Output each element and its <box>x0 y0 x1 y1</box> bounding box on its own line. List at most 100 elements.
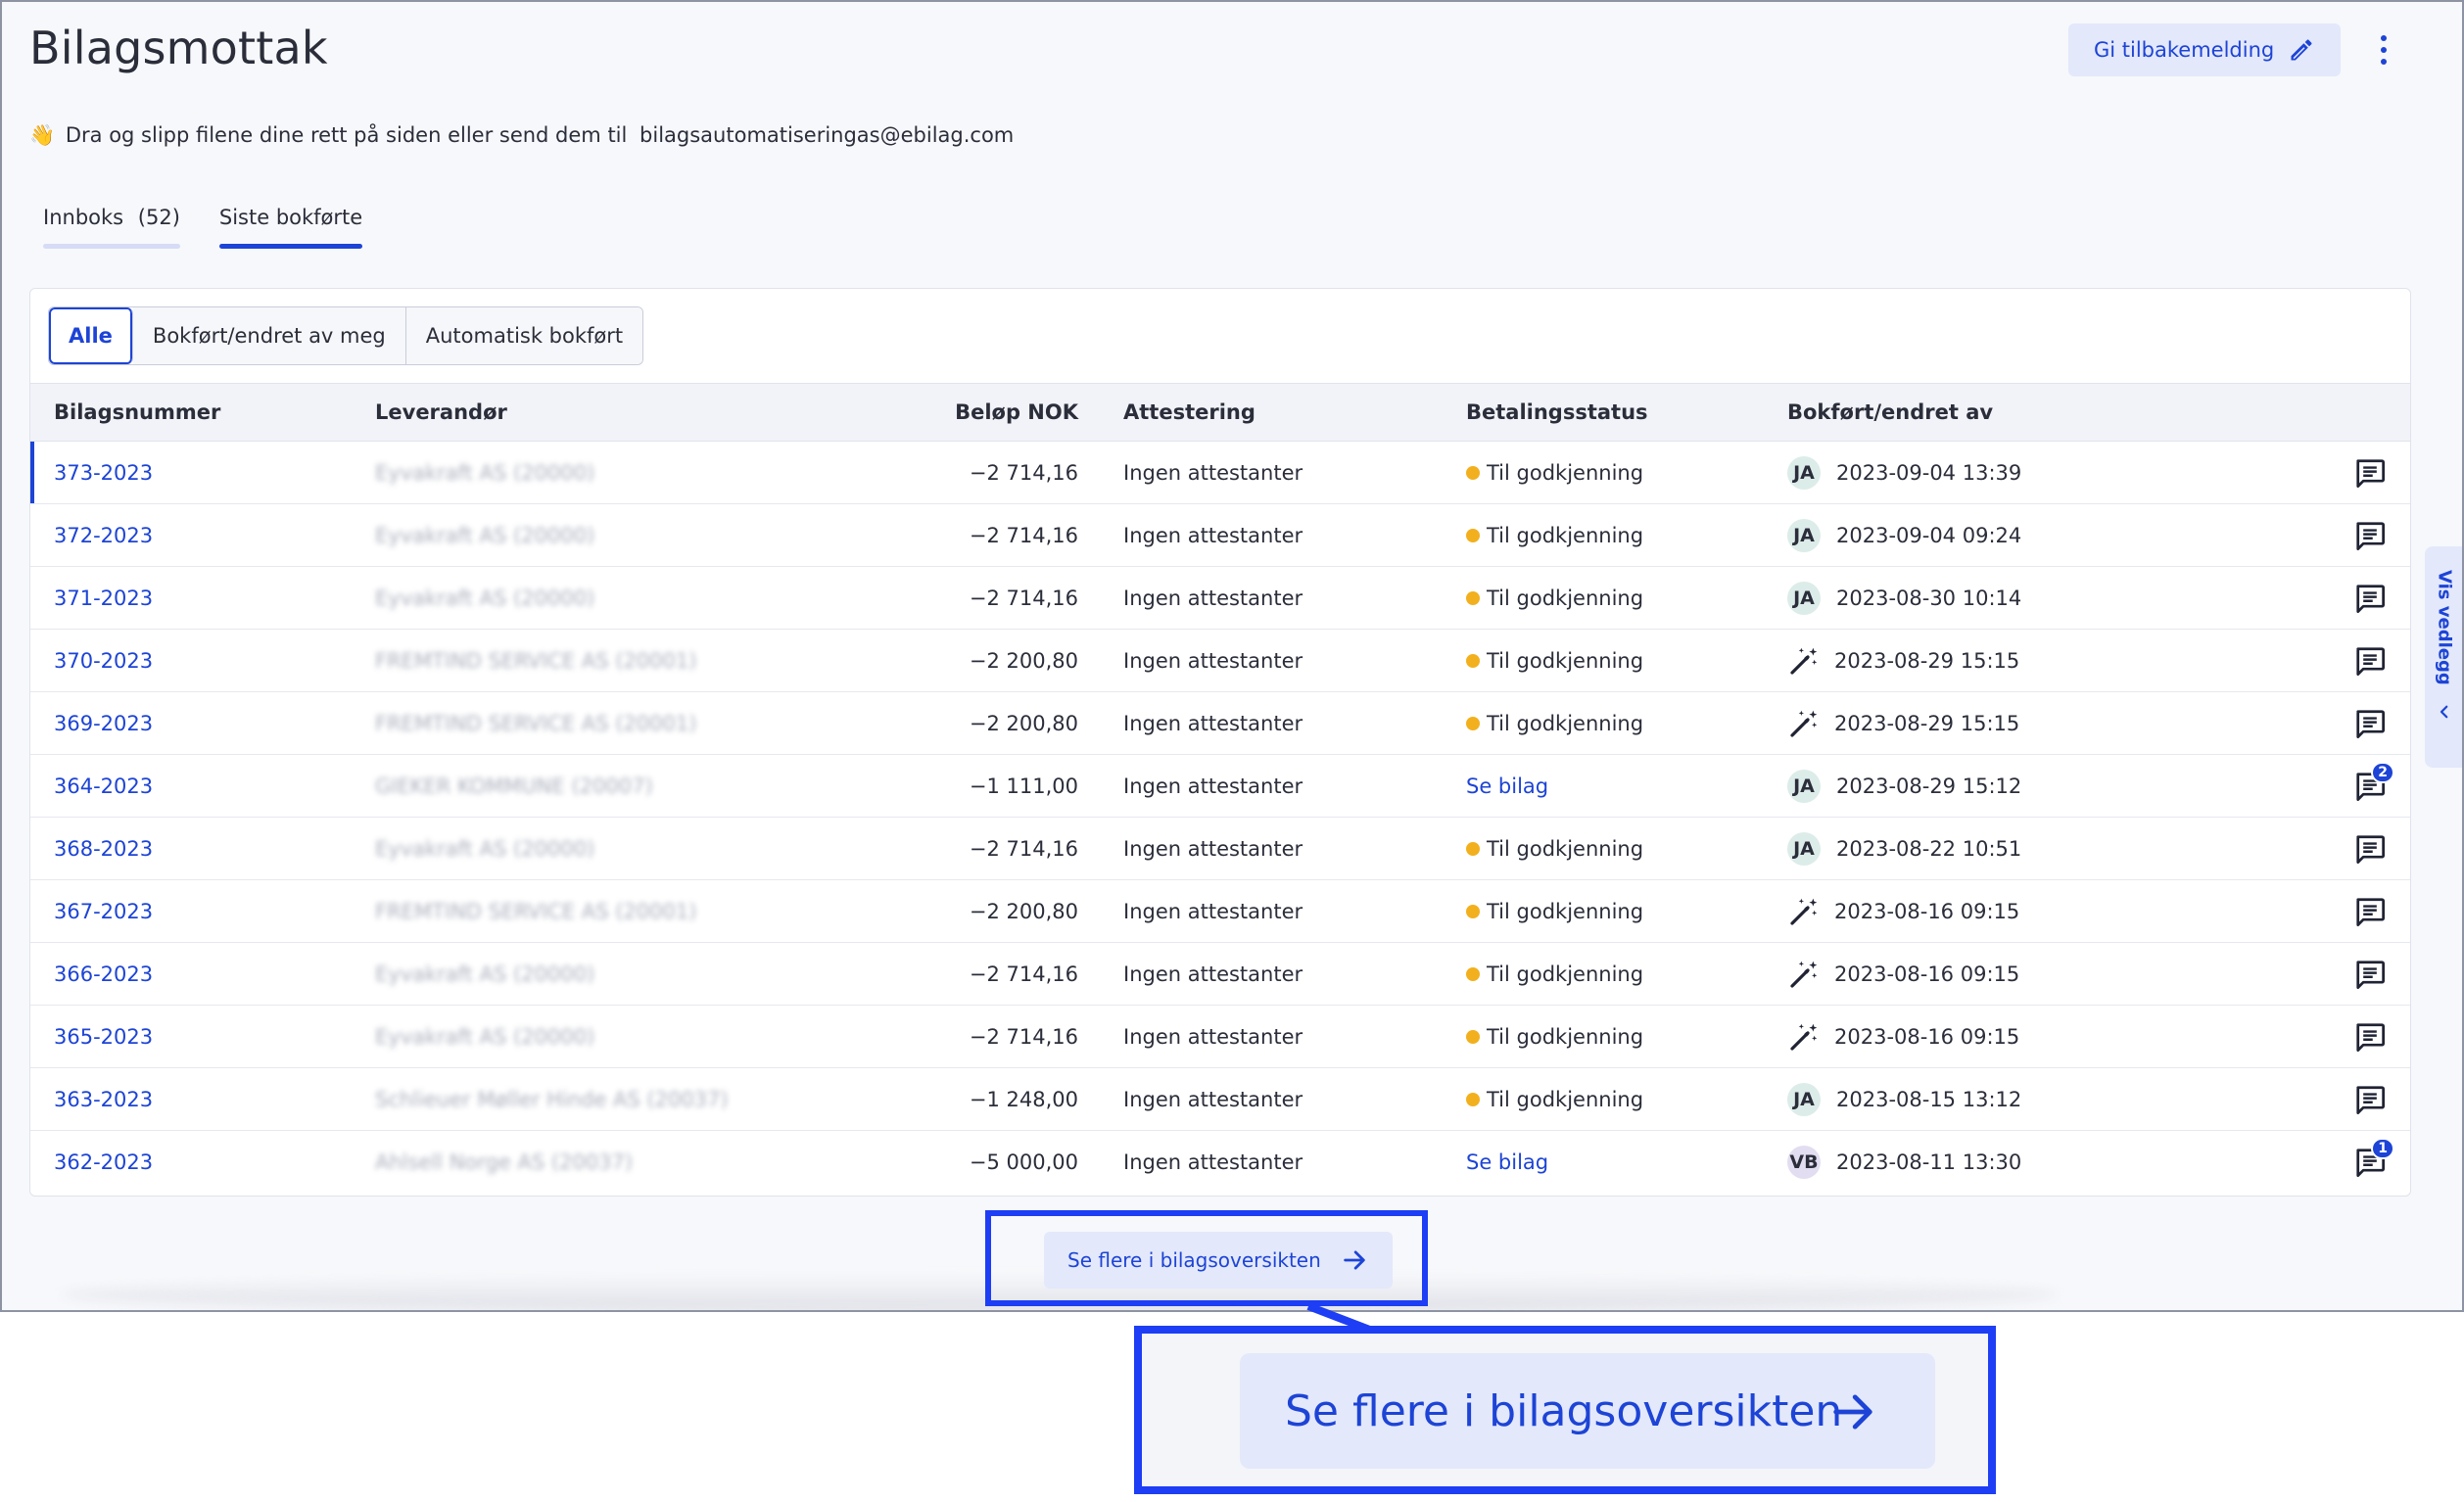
avatar: JA <box>1787 769 1821 803</box>
table-row[interactable]: 373-2023 Eyvakraft AS (20000) −2 714,16 Ing… <box>30 442 2410 504</box>
col-betalingsstatus[interactable]: Betalingsstatus <box>1466 384 1648 441</box>
status-dot-icon <box>1466 465 1480 480</box>
table-row[interactable]: 370-2023 FREMTIND SERVICE AS (20001) −2 20… <box>30 630 2410 692</box>
supplier-name: Eyvakraft AS (20000) <box>375 962 595 986</box>
amount: −5 000,00 <box>969 1150 1078 1174</box>
highlight-box <box>985 1210 1428 1306</box>
pencil-icon <box>2291 39 2312 61</box>
supplier-name: GIEKER KOMMUNE (20007) <box>375 774 653 798</box>
status-dot-icon <box>1466 841 1480 856</box>
status-label: Til godkjenning <box>1487 523 1644 547</box>
filter-bokfort-av-meg[interactable]: Bokført/endret av meg <box>132 307 406 364</box>
magic-wand-icon <box>1787 707 1821 740</box>
table-row[interactable]: 368-2023 Eyvakraft AS (20000) −2 714,16 Ing… <box>30 818 2410 880</box>
supplier-name: Eyvakraft AS (20000) <box>375 836 595 861</box>
tab-innboks-label: Innboks <box>43 206 124 229</box>
status-dot-icon <box>1466 716 1480 730</box>
comment-icon[interactable]: 1 <box>2353 1138 2394 1177</box>
booked-by: JA 2023-08-30 10:14 <box>1787 567 2021 629</box>
booked-by: VB 2023-08-11 13:30 <box>1787 1131 2021 1194</box>
tab-siste-bokforte[interactable]: Siste bokførte <box>218 206 363 249</box>
amount: −2 200,80 <box>969 711 1078 735</box>
table-row[interactable]: 372-2023 Eyvakraft AS (20000) −2 714,16 Ing… <box>30 504 2410 567</box>
comment-icon[interactable] <box>2353 584 2387 613</box>
comment-icon[interactable] <box>2353 834 2387 864</box>
supplier-name: Eyvakraft AS (20000) <box>375 523 595 547</box>
amount: −2 714,16 <box>969 523 1078 547</box>
comment-icon[interactable] <box>2353 709 2387 738</box>
comment-icon[interactable]: 2 <box>2353 761 2394 801</box>
col-bokfort-av[interactable]: Bokført/endret av <box>1787 384 1993 441</box>
col-attestering[interactable]: Attestering <box>1123 384 1256 441</box>
voucher-number-link[interactable]: 365-2023 <box>54 1006 153 1067</box>
payment-status: Til godkjenning <box>1466 1068 1643 1130</box>
booked-by: JA 2023-08-29 15:12 <box>1787 755 2021 817</box>
table-row[interactable]: 364-2023 GIEKER KOMMUNE (20007) −1 111,00 I… <box>30 755 2410 818</box>
wave-emoji: 👋 <box>29 123 56 147</box>
feedback-button-label: Gi tilbakemelding <box>2094 38 2275 62</box>
voucher-number-link[interactable]: 363-2023 <box>54 1068 153 1130</box>
magic-wand-icon <box>1787 895 1821 928</box>
voucher-number-link[interactable]: 362-2023 <box>54 1131 153 1194</box>
filter-automatisk-bokfort[interactable]: Automatisk bokført <box>405 307 643 364</box>
supplier-name: FREMTIND SERVICE AS (20001) <box>375 899 697 923</box>
avatar: JA <box>1787 581 1821 615</box>
booked-by: JA 2023-09-04 13:39 <box>1787 442 2021 503</box>
comment-icon[interactable] <box>2353 458 2387 488</box>
booked-date: 2023-08-22 10:51 <box>1836 836 2022 861</box>
voucher-number-link[interactable]: 366-2023 <box>54 943 153 1005</box>
comment-icon[interactable] <box>2353 1022 2387 1052</box>
table-row[interactable]: 362-2023 Ahlsell Norge AS (20037) −5 000,0… <box>30 1131 2410 1194</box>
supplier-name: Schlieuer Møller Hinde AS (20037) <box>375 1087 729 1111</box>
comment-icon[interactable] <box>2353 1085 2387 1114</box>
col-belop[interactable]: Beløp NOK <box>955 384 1078 441</box>
show-attachments-tab[interactable]: Vis vedlegg <box>2425 546 2462 768</box>
comment-icon[interactable] <box>2353 521 2387 550</box>
voucher-number-link[interactable]: 368-2023 <box>54 818 153 879</box>
table-row[interactable]: 369-2023 FREMTIND SERVICE AS (20001) −2 20… <box>30 692 2410 755</box>
comment-icon[interactable] <box>2353 646 2387 676</box>
payment-status: Til godkjenning <box>1466 567 1643 629</box>
table-row[interactable]: 371-2023 Eyvakraft AS (20000) −2 714,16 Ing… <box>30 567 2410 630</box>
col-leverandor[interactable]: Leverandør <box>375 384 507 441</box>
status-label: Til godkjenning <box>1487 711 1644 735</box>
attestation: Ingen attestanter <box>1123 523 1303 547</box>
table-row[interactable]: 366-2023 Eyvakraft AS (20000) −2 714,16 Ing… <box>30 943 2410 1006</box>
voucher-number-link[interactable]: 369-2023 <box>54 692 153 754</box>
status-label: Til godkjenning <box>1487 460 1644 485</box>
table-row[interactable]: 363-2023 Schlieuer Møller Hinde AS (20037… <box>30 1068 2410 1131</box>
more-options-icon[interactable] <box>2372 31 2395 69</box>
attestation: Ingen attestanter <box>1123 648 1303 673</box>
status-label: Til godkjenning <box>1487 586 1644 610</box>
col-bilagsnummer[interactable]: Bilagsnummer <box>54 384 220 441</box>
amount: −2 200,80 <box>969 899 1078 923</box>
drop-text: Dra og slipp filene dine rett på siden e… <box>65 123 628 147</box>
comment-icon[interactable] <box>2353 960 2387 989</box>
filter-alle[interactable]: Alle <box>49 307 133 364</box>
attestation: Ingen attestanter <box>1123 1087 1303 1111</box>
voucher-number-link[interactable]: 367-2023 <box>54 880 153 942</box>
booked-by: JA 2023-09-04 09:24 <box>1787 504 2021 566</box>
voucher-number-link[interactable]: 372-2023 <box>54 504 153 566</box>
feedback-button[interactable]: Gi tilbakemelding <box>2068 23 2341 76</box>
see-more-button-zoomed[interactable]: Se flere i bilagsoversikten <box>1240 1353 1935 1469</box>
voucher-number-link[interactable]: 370-2023 <box>54 630 153 691</box>
comment-icon[interactable] <box>2353 897 2387 926</box>
table-row[interactable]: 365-2023 Eyvakraft AS (20000) −2 714,16 Ing… <box>30 1006 2410 1068</box>
booked-date: 2023-09-04 13:39 <box>1836 460 2022 485</box>
attestation: Ingen attestanter <box>1123 711 1303 735</box>
see-more-label-zoomed: Se flere i bilagsoversikten <box>1285 1385 1843 1436</box>
voucher-number-link[interactable]: 373-2023 <box>54 442 153 503</box>
amount: −1 248,00 <box>969 1087 1078 1111</box>
see-voucher-link[interactable]: Se bilag <box>1466 774 1548 798</box>
booked-date: 2023-08-16 09:15 <box>1834 899 2020 923</box>
amount: −2 714,16 <box>969 836 1078 861</box>
booked-date: 2023-08-11 13:30 <box>1836 1150 2022 1174</box>
voucher-number-link[interactable]: 364-2023 <box>54 755 153 817</box>
tab-innboks[interactable]: Innboks (52) <box>43 206 180 249</box>
table-row[interactable]: 367-2023 FREMTIND SERVICE AS (20001) −2 20… <box>30 880 2410 943</box>
attestation: Ingen attestanter <box>1123 836 1303 861</box>
voucher-number-link[interactable]: 371-2023 <box>54 567 153 629</box>
see-voucher-link[interactable]: Se bilag <box>1466 1150 1548 1174</box>
payment-status: Til godkjenning <box>1466 880 1643 942</box>
